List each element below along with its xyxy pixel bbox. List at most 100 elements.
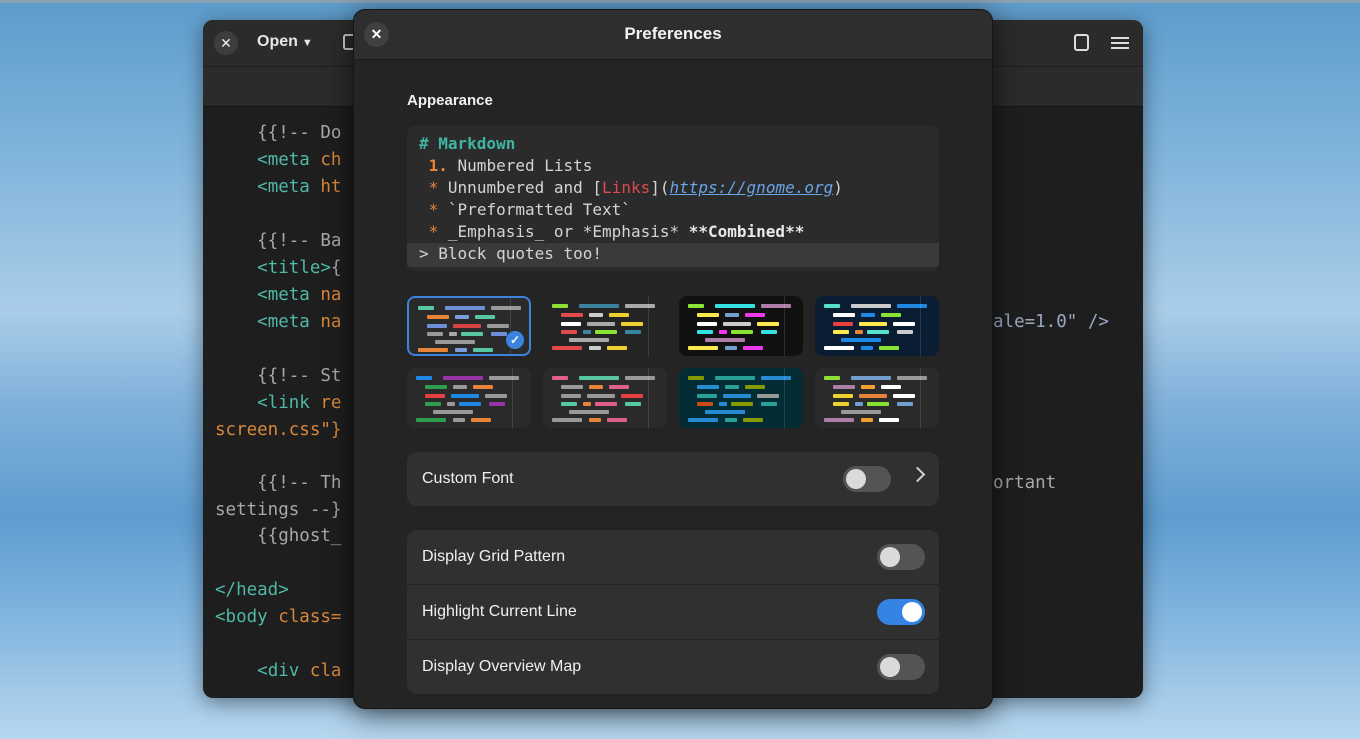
highlight-line-switch[interactable] bbox=[877, 599, 925, 625]
preview-emphasis-line: * _Emphasis_ or *Emphasis* **Combined** bbox=[428, 222, 805, 241]
theme-preview-bar bbox=[719, 402, 727, 406]
theme-preview-bar bbox=[552, 418, 582, 422]
theme-preview-bar bbox=[589, 346, 601, 350]
theme-preview-bar bbox=[867, 330, 889, 334]
theme-preview-bar bbox=[757, 322, 779, 326]
theme-preview-bar bbox=[861, 385, 875, 389]
code-line: {{ghost_ bbox=[215, 526, 342, 546]
theme-preview-bar bbox=[433, 410, 473, 414]
theme-preview-bar bbox=[427, 315, 449, 319]
preview-numbered-line: 1. Numbered Lists bbox=[428, 156, 593, 175]
code-line: <body class= bbox=[215, 607, 342, 627]
style-scheme-classic-dark[interactable] bbox=[679, 296, 803, 356]
theme-preview-bar bbox=[561, 313, 583, 317]
theme-preview-bar bbox=[589, 385, 603, 389]
theme-preview-bar bbox=[589, 418, 601, 422]
theme-preview-bar bbox=[625, 402, 641, 406]
theme-preview-bar bbox=[861, 346, 873, 350]
style-scheme-cobalt[interactable] bbox=[815, 296, 939, 356]
theme-preview-bar bbox=[761, 330, 777, 334]
theme-overview-gutter bbox=[648, 368, 667, 428]
custom-font-row[interactable]: Custom Font bbox=[407, 452, 939, 506]
theme-preview-bar bbox=[561, 322, 581, 326]
style-scheme-tango[interactable] bbox=[815, 368, 939, 428]
style-scheme-adwaita-dark[interactable] bbox=[543, 296, 667, 356]
theme-preview-bar bbox=[485, 394, 507, 398]
theme-preview-bar bbox=[833, 385, 855, 389]
theme-preview-bar bbox=[487, 324, 509, 328]
theme-preview-bar bbox=[435, 340, 475, 344]
theme-preview-bar bbox=[743, 346, 763, 350]
custom-font-switch[interactable] bbox=[843, 466, 891, 492]
theme-preview-bar bbox=[595, 330, 617, 334]
highlight-line-label: Highlight Current Line bbox=[422, 603, 577, 620]
open-label: Open bbox=[257, 33, 298, 50]
style-scheme-kate[interactable] bbox=[407, 368, 531, 428]
theme-preview-bar bbox=[561, 402, 577, 406]
theme-preview-bar bbox=[445, 306, 485, 310]
theme-preview-bar bbox=[725, 313, 739, 317]
theme-preview-bar bbox=[841, 338, 881, 342]
editor-close-button[interactable]: ✕ bbox=[214, 31, 238, 55]
theme-preview-bar bbox=[552, 376, 568, 380]
theme-preview-bar bbox=[473, 385, 493, 389]
open-button[interactable]: Open ▼ bbox=[257, 33, 313, 51]
theme-preview-bar bbox=[833, 402, 849, 406]
code-line: <meta na bbox=[257, 285, 342, 305]
theme-preview-bar bbox=[461, 332, 483, 336]
highlight-line-row[interactable]: Highlight Current Line bbox=[407, 585, 939, 640]
theme-preview-bar bbox=[471, 418, 491, 422]
grid-pattern-switch[interactable] bbox=[877, 544, 925, 570]
theme-preview-bar bbox=[459, 402, 481, 406]
grid-pattern-row[interactable]: Display Grid Pattern bbox=[407, 530, 939, 585]
theme-preview-bar bbox=[833, 322, 853, 326]
theme-preview-bar bbox=[731, 402, 753, 406]
theme-preview-bar bbox=[725, 385, 739, 389]
style-scheme-adwaita[interactable]: ✓ bbox=[407, 296, 531, 356]
display-options-card: Display Grid Pattern Highlight Current L… bbox=[407, 530, 939, 694]
theme-preview-bar bbox=[595, 402, 617, 406]
theme-preview-bar bbox=[897, 330, 913, 334]
checkmark-icon: ✓ bbox=[506, 331, 524, 349]
theme-preview-bar bbox=[449, 332, 457, 336]
theme-preview-bar bbox=[897, 402, 913, 406]
theme-preview-bar bbox=[579, 376, 619, 380]
overview-map-switch[interactable] bbox=[877, 654, 925, 680]
theme-preview-bar bbox=[475, 315, 495, 319]
theme-preview-bar bbox=[561, 394, 581, 398]
code-line: {{!-- Th bbox=[215, 473, 342, 493]
theme-preview-bar bbox=[425, 402, 441, 406]
chevron-down-icon: ▼ bbox=[301, 37, 313, 49]
code-line: ortant bbox=[993, 473, 1057, 493]
theme-preview-bar bbox=[851, 304, 891, 308]
chevron-right-icon[interactable] bbox=[909, 466, 926, 483]
theme-preview-bar bbox=[569, 410, 609, 414]
theme-preview-bar bbox=[609, 385, 629, 389]
theme-overview-gutter bbox=[512, 368, 531, 428]
style-scheme-solarized-dark[interactable] bbox=[679, 368, 803, 428]
document-properties-icon[interactable] bbox=[1074, 34, 1089, 51]
theme-preview-bar bbox=[761, 402, 777, 406]
custom-font-card: Custom Font bbox=[407, 452, 939, 506]
overview-map-row[interactable]: Display Overview Map bbox=[407, 640, 939, 694]
theme-preview-bar bbox=[731, 330, 753, 334]
theme-preview-bar bbox=[893, 394, 915, 398]
theme-preview-bar bbox=[833, 394, 853, 398]
theme-preview-bar bbox=[561, 385, 583, 389]
theme-preview-bar bbox=[715, 376, 755, 380]
theme-preview-bar bbox=[587, 394, 615, 398]
theme-preview-bar bbox=[427, 324, 447, 328]
appearance-heading: Appearance bbox=[407, 92, 493, 109]
code-line: {{!-- Do bbox=[215, 123, 342, 143]
theme-preview-bar bbox=[688, 376, 704, 380]
hamburger-menu-icon[interactable] bbox=[1111, 34, 1129, 50]
preview-quote-line: > Block quotes too! bbox=[419, 244, 603, 263]
theme-preview-bar bbox=[587, 322, 615, 326]
theme-preview-bar bbox=[451, 394, 479, 398]
theme-preview-bar bbox=[621, 394, 643, 398]
theme-preview-bar bbox=[725, 418, 737, 422]
theme-preview-bar bbox=[688, 304, 704, 308]
theme-preview-bar bbox=[625, 330, 641, 334]
style-scheme-solarized-light[interactable] bbox=[543, 368, 667, 428]
theme-preview-bar bbox=[607, 346, 627, 350]
